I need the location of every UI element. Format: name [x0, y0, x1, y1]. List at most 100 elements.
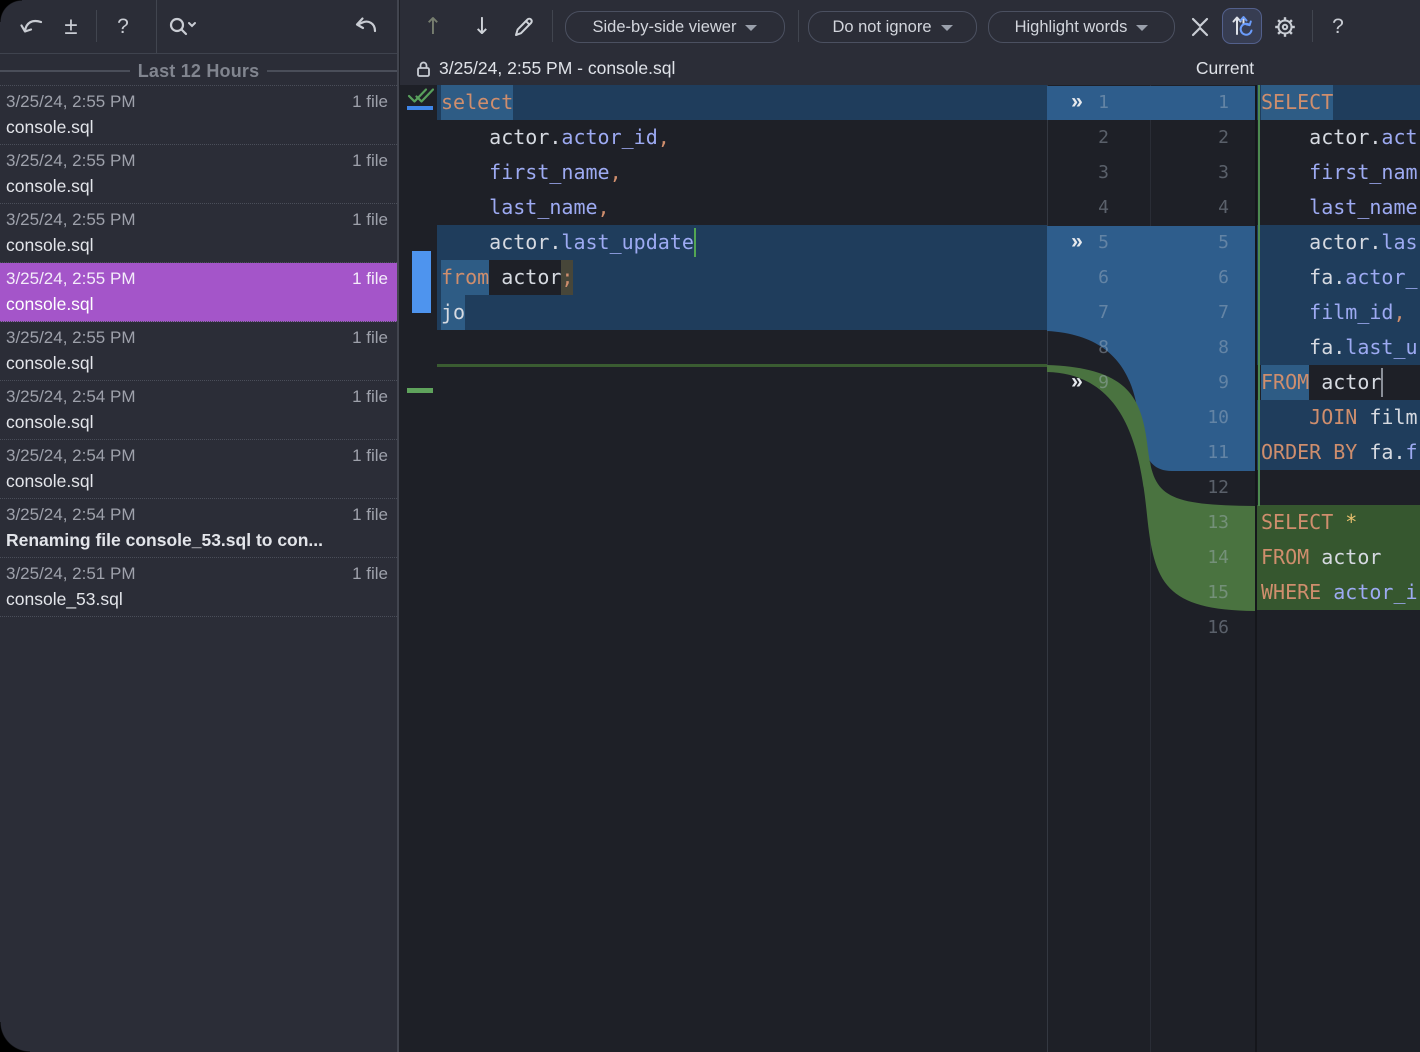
- code-token: .: [549, 120, 561, 155]
- line-number: 8: [1047, 330, 1229, 365]
- revision-label: console_53.sql: [6, 586, 388, 612]
- history-list-item-2[interactable]: 3/25/24, 2:55 PM1 fileconsole.sql: [0, 145, 397, 204]
- right-pane-title: Current: [1155, 52, 1295, 85]
- history-list-item-9[interactable]: 3/25/24, 2:51 PM 1 fileconsole_53.sql: [0, 558, 397, 617]
- code-token: first_name: [489, 155, 609, 190]
- previous-change-button[interactable]: ↑: [420, 14, 446, 40]
- history-list-item-5[interactable]: 3/25/24, 2:55 PM1 fileconsole.sql: [0, 322, 397, 381]
- line-number: 13: [1047, 505, 1229, 540]
- code-token: actor: [489, 260, 561, 295]
- code-token: [441, 190, 489, 225]
- diff-gutter: 123456789 12345678910111213141516 »»»: [1047, 85, 1255, 1052]
- code-line-15: WHERE actor_i: [1257, 575, 1420, 610]
- revision-timestamp: 3/25/24, 2:54 PM: [6, 443, 135, 468]
- revision-label: console.sql: [6, 173, 388, 199]
- apply-change-chevron-icon[interactable]: »: [1064, 365, 1090, 400]
- line-number: 14: [1047, 540, 1229, 575]
- code-line-13: SELECT *: [1257, 505, 1420, 540]
- code-token: ,: [598, 190, 610, 225]
- rollback-icon[interactable]: [348, 0, 382, 53]
- history-list-item-8[interactable]: 3/25/24, 2:54 PM1 fileRenaming file cons…: [0, 499, 397, 558]
- next-change-button[interactable]: ↓: [469, 14, 495, 40]
- code-token: *: [1345, 505, 1357, 540]
- code-line-6: from actor;: [437, 260, 1047, 295]
- code-line-14: FROM actor: [1257, 540, 1420, 575]
- code-line-3: first_name,: [437, 155, 1047, 190]
- history-list-item-6[interactable]: 3/25/24, 2:54 PM1 fileconsole.sql: [0, 381, 397, 440]
- code-token: film_id: [1309, 295, 1393, 330]
- code-token: [1261, 155, 1309, 190]
- help-icon[interactable]: ?: [1325, 14, 1351, 40]
- code-token: actor_: [1345, 260, 1417, 295]
- code-token: fa: [1261, 260, 1333, 295]
- applied-double-check-icon: [407, 87, 434, 105]
- line-number: 7: [1047, 295, 1229, 330]
- code-token: fa: [1261, 330, 1333, 365]
- history-list-item-7[interactable]: 3/25/24, 2:54 PM1 fileconsole.sql: [0, 440, 397, 499]
- revision-code-pane[interactable]: select actor.actor_id, first_name, last_…: [437, 85, 1048, 1052]
- code-token: SELECT: [1261, 85, 1333, 120]
- viewer-mode-dropdown[interactable]: Side-by-side viewer: [565, 11, 785, 43]
- file-count: 1 file: [352, 561, 388, 586]
- line-number: 6: [1047, 260, 1229, 295]
- diff-header: 3/25/24, 2:55 PM - console.sql Current: [400, 52, 1420, 85]
- revision-label: console.sql: [6, 114, 388, 140]
- code-token: fa: [1357, 435, 1393, 470]
- code-token: actor_id: [561, 120, 657, 155]
- sync-scrolling-toggle[interactable]: [1222, 8, 1262, 44]
- code-token: actor: [1261, 225, 1369, 260]
- revision-label: console.sql: [6, 350, 388, 376]
- edit-pencil-icon[interactable]: [511, 14, 537, 40]
- code-token: ;: [561, 260, 573, 295]
- collapse-unchanged-icon[interactable]: [1187, 14, 1213, 40]
- revision-timestamp: 3/25/24, 2:55 PM: [6, 89, 135, 114]
- section-title: Last 12 Hours: [130, 61, 268, 82]
- history-list-item-1[interactable]: 3/25/24, 2:55 PM1 fileconsole.sql: [0, 86, 397, 145]
- code-token: .: [1369, 225, 1381, 260]
- code-line-5: actor.las: [1257, 225, 1420, 260]
- text-caret: [694, 228, 696, 257]
- code-token: last_name: [489, 190, 597, 225]
- code-line-7: jo: [437, 295, 1047, 330]
- current-code-pane[interactable]: SELECT actor.act first_nam last_name act…: [1255, 85, 1420, 1052]
- help-icon[interactable]: ?: [108, 0, 138, 53]
- code-line-9: [437, 365, 1047, 400]
- code-line-6: fa.actor_: [1257, 260, 1420, 295]
- code-line-5: actor.last_update: [437, 225, 1047, 260]
- search-icon[interactable]: [164, 0, 200, 53]
- code-line-2: actor.actor_id,: [437, 120, 1047, 155]
- code-line-4: last_name,: [437, 190, 1047, 225]
- code-token: film: [1357, 400, 1417, 435]
- settings-gear-icon[interactable]: [1272, 14, 1298, 40]
- revision-timestamp: 3/25/24, 2:51 PM: [6, 561, 135, 586]
- revision-label: Renaming file console_53.sql to con...: [6, 527, 388, 553]
- line-number: 11: [1047, 435, 1229, 470]
- revision-label: console.sql: [6, 291, 388, 317]
- history-list-item-3[interactable]: 3/25/24, 2:55 PM1 fileconsole.sql: [0, 204, 397, 263]
- whitespace-ignore-dropdown[interactable]: Do not ignore: [808, 11, 977, 43]
- code-token: .: [549, 225, 561, 260]
- toolbar-divider: [798, 10, 799, 42]
- code-token: JOIN: [1309, 400, 1357, 435]
- code-token: actor: [441, 120, 549, 155]
- changed-lines-bar[interactable]: [412, 251, 431, 313]
- code-token: ,: [610, 155, 622, 190]
- revision-timestamp: 3/25/24, 2:54 PM: [6, 502, 135, 527]
- revision-timestamp: 3/25/24, 2:55 PM: [6, 207, 135, 232]
- code-token: ,: [1393, 295, 1405, 330]
- chevron-down-icon: [1136, 25, 1148, 31]
- diff-plus-minus-icon[interactable]: ±: [56, 0, 86, 53]
- apply-change-chevron-icon[interactable]: »: [1064, 85, 1090, 120]
- toolbar-divider: [1312, 10, 1313, 42]
- code-line-8: fa.last_u: [1257, 330, 1420, 365]
- lock-icon: [416, 60, 431, 78]
- revert-icon[interactable]: [14, 0, 48, 53]
- apply-change-chevron-icon[interactable]: »: [1064, 225, 1090, 260]
- toolbar-divider: [96, 10, 97, 42]
- local-history-sidebar: ± ? Last 12 Hours 3/25/24, 2:55 PM1 file…: [0, 0, 397, 1052]
- code-token: first_nam: [1309, 155, 1417, 190]
- highlight-mode-dropdown[interactable]: Highlight words: [988, 11, 1175, 43]
- gutter-blue-underline: [407, 106, 433, 110]
- history-list-item-4[interactable]: 3/25/24, 2:55 PM1 fileconsole.sql: [0, 263, 397, 322]
- file-count: 1 file: [352, 443, 388, 468]
